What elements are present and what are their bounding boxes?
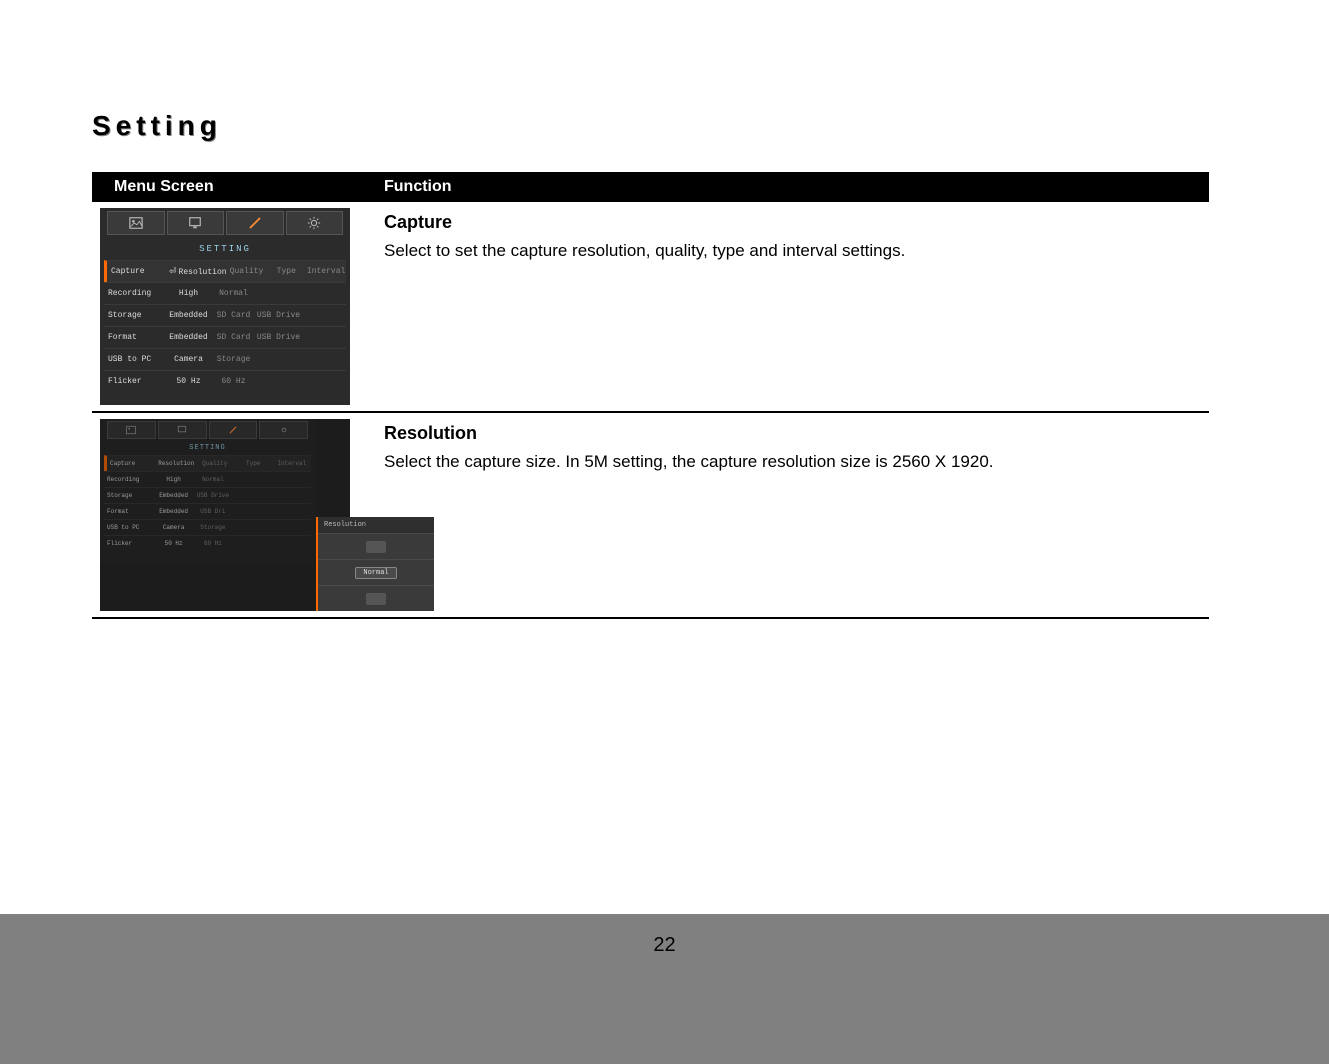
settings-row-value: Storage — [211, 355, 256, 364]
settings-heading: SETTING — [100, 238, 350, 260]
settings-row-label: Capture — [107, 267, 169, 276]
settings-row-label: Format — [104, 333, 166, 342]
settings-row-value: Embedded — [166, 311, 211, 320]
menu-screenshot-cell: SETTING Capture⏎ResolutionQualityTypeInt… — [92, 202, 384, 412]
page-footer: 22 — [0, 914, 1329, 1064]
settings-row[interactable]: FormatEmbeddedSD CardUSB Drive — [104, 326, 346, 348]
display-icon — [188, 216, 202, 230]
settings-row-value: SD Card — [211, 333, 256, 342]
settings-screenshot-capture: SETTING Capture⏎ResolutionQualityTypeInt… — [100, 208, 350, 405]
settings-row[interactable]: StorageEmbeddedSD CardUSB Drive — [104, 304, 346, 326]
table-header-row: Menu Screen Function — [92, 172, 1209, 202]
function-cell: Resolution Select the capture size. In 5… — [384, 412, 1209, 618]
settings-row-label: USB to PC — [104, 355, 166, 364]
resolution-popup: Resolution Normal — [316, 517, 434, 611]
tab-image-icon[interactable] — [107, 211, 165, 235]
header-function: Function — [384, 172, 1209, 202]
settings-row-label: Recording — [104, 289, 166, 298]
enter-icon: ⏎ — [169, 267, 177, 277]
settings-row-value: ⏎Resolution — [169, 267, 227, 277]
function-cell: Capture Select to set the capture resolu… — [384, 202, 1209, 412]
tab-display-icon[interactable] — [167, 211, 225, 235]
popup-option-label — [366, 593, 386, 605]
settings-row-value: USB Drive — [256, 333, 301, 342]
function-description: Select to set the capture resolution, qu… — [384, 239, 1209, 263]
menu-screenshot-cell: SETTING CaptureResolutionQualityTypeInte… — [92, 412, 384, 618]
settings-row[interactable]: USB to PCCameraStorage — [104, 348, 346, 370]
settings-row[interactable]: Flicker50 Hz60 Hz — [104, 370, 346, 392]
tab-tools-icon[interactable] — [226, 211, 284, 235]
settings-row-value: 60 Hz — [211, 377, 256, 386]
settings-row[interactable]: Capture⏎ResolutionQualityTypeInterval — [104, 260, 346, 282]
picture-icon — [129, 216, 143, 230]
tab-gear-icon[interactable] — [286, 211, 344, 235]
settings-row-label: Flicker — [104, 377, 166, 386]
settings-row-value: SD Card — [211, 311, 256, 320]
settings-row-value: Normal — [211, 289, 256, 298]
tools-icon — [248, 216, 262, 230]
table-row: SETTING Capture⏎ResolutionQualityTypeInt… — [92, 202, 1209, 412]
header-menu-screen: Menu Screen — [92, 172, 384, 202]
settings-row-value: High — [166, 289, 211, 298]
settings-row-value: Type — [266, 267, 306, 276]
settings-row[interactable]: RecordingHighNormal — [104, 282, 346, 304]
function-title: Capture — [384, 212, 1209, 233]
section-title: Setting — [92, 110, 1329, 142]
tab-bar — [100, 208, 350, 238]
popup-option[interactable]: Normal — [318, 559, 434, 585]
table-row: SETTING CaptureResolutionQualityTypeInte… — [92, 412, 1209, 618]
popup-title: Resolution — [318, 517, 434, 533]
settings-row-value: 50 Hz — [166, 377, 211, 386]
popup-option-label — [366, 541, 386, 553]
popup-option-label: Normal — [355, 567, 396, 579]
settings-screenshot-resolution: SETTING CaptureResolutionQualityTypeInte… — [100, 419, 350, 611]
function-title: Resolution — [384, 423, 1209, 444]
modal-dimmer — [100, 419, 315, 564]
popup-option[interactable] — [318, 533, 434, 559]
popup-option[interactable] — [318, 585, 434, 611]
settings-row-value: Camera — [166, 355, 211, 364]
settings-row-value: USB Drive — [256, 311, 301, 320]
gear-icon — [307, 216, 321, 230]
settings-row-label: Storage — [104, 311, 166, 320]
setting-table: Menu Screen Function — [92, 172, 1209, 619]
settings-rows: Capture⏎ResolutionQualityTypeIntervalRec… — [100, 260, 350, 392]
settings-row-value: Quality — [227, 267, 267, 276]
settings-row-value: Embedded — [166, 333, 211, 342]
function-description: Select the capture size. In 5M setting, … — [384, 450, 1209, 474]
settings-row-value: Interval — [306, 267, 346, 276]
